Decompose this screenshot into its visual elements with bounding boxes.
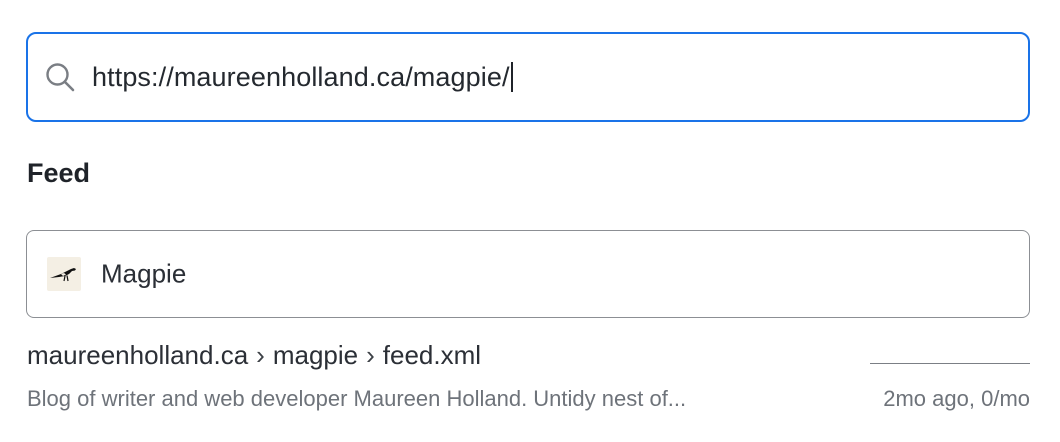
breadcrumb-separator: › xyxy=(256,340,265,370)
feed-title: Magpie xyxy=(101,258,187,289)
magpie-bird-icon xyxy=(47,257,81,291)
search-icon xyxy=(46,63,75,92)
feed-url-breadcrumb: maureenholland.ca › magpie › feed.xml xyxy=(27,340,481,371)
feed-description: Blog of writer and web developer Maureen… xyxy=(27,386,687,411)
search-input-value: https://maureenholland.ca/magpie/ xyxy=(92,61,510,92)
feed-section-heading: Feed xyxy=(27,158,91,188)
feed-result-card[interactable]: Magpie xyxy=(26,230,1030,318)
search-input[interactable]: https://maureenholland.ca/magpie/ xyxy=(92,34,513,120)
breadcrumb-domain: maureenholland.ca xyxy=(27,340,249,370)
breadcrumb-segment: magpie xyxy=(272,340,359,370)
text-caret xyxy=(510,62,513,92)
activity-sparkline xyxy=(870,363,1030,364)
search-box[interactable]: https://maureenholland.ca/magpie/ xyxy=(26,32,1030,122)
breadcrumb-file: feed.xml xyxy=(382,340,482,370)
breadcrumb-separator: › xyxy=(366,340,375,370)
feed-update-meta: 2mo ago, 0/mo xyxy=(883,386,1030,411)
